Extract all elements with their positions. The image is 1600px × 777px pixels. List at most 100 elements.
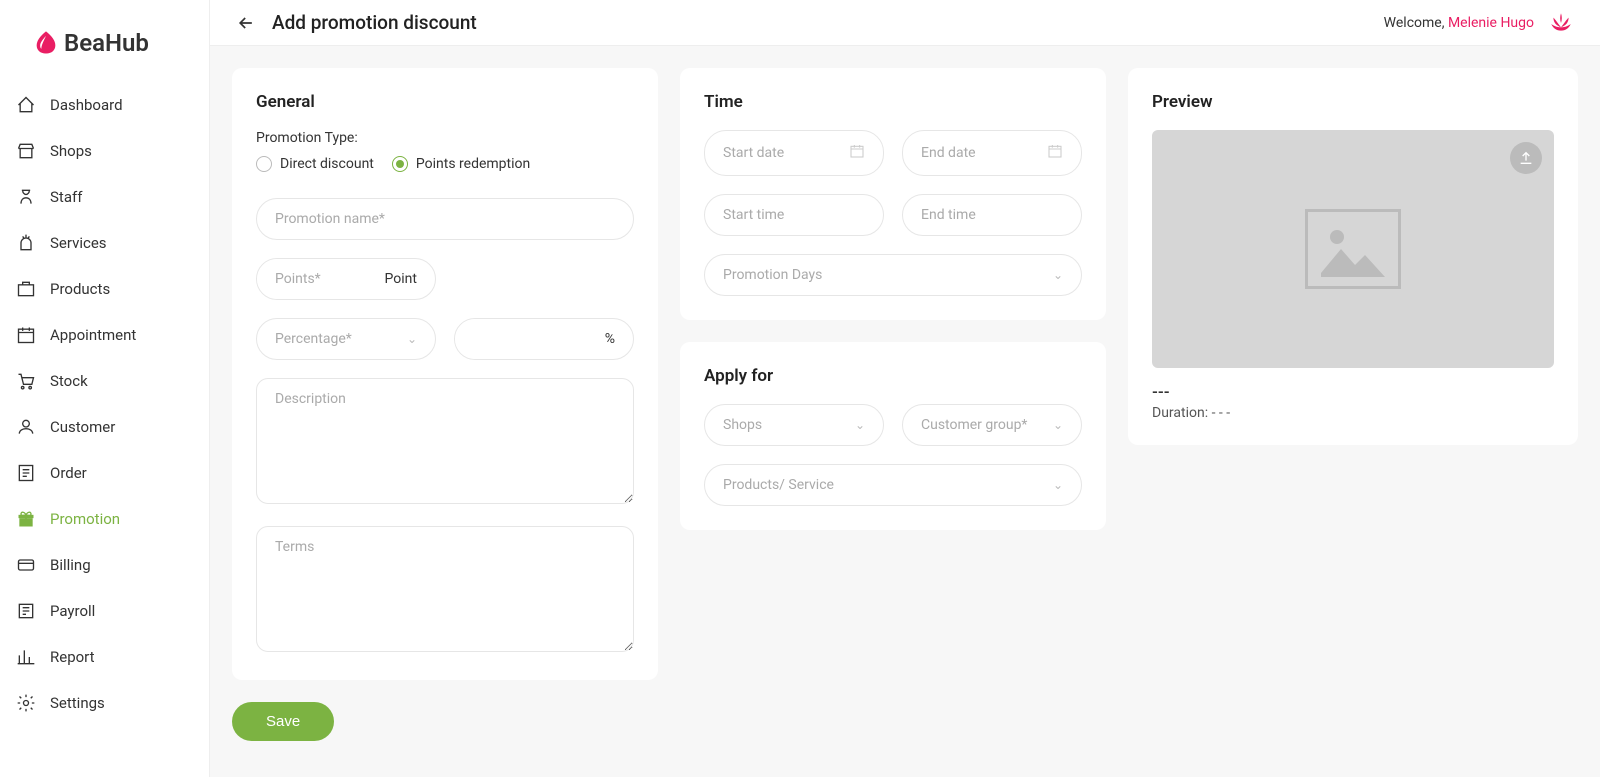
radio-dot-icon — [256, 156, 272, 172]
terms-textarea[interactable] — [256, 526, 634, 652]
billing-icon — [16, 555, 36, 575]
username[interactable]: Melenie Hugo — [1448, 15, 1534, 31]
preview-image — [1152, 130, 1554, 368]
shop-icon — [16, 141, 36, 161]
payroll-icon — [16, 601, 36, 621]
promo-type-label: Promotion Type: — [256, 130, 634, 146]
select-placeholder: Customer group* — [921, 417, 1027, 433]
upload-image-button[interactable] — [1510, 142, 1542, 174]
shops-select[interactable]: Shops ⌄ — [704, 404, 884, 446]
duration-value: - - - — [1212, 405, 1231, 421]
appointment-icon — [16, 325, 36, 345]
radio-label: Direct discount — [280, 156, 374, 172]
end-time-input[interactable] — [902, 194, 1082, 236]
stock-icon — [16, 371, 36, 391]
select-placeholder: Percentage* — [275, 331, 352, 347]
calendar-icon — [1047, 143, 1063, 163]
sidebar-item-shops[interactable]: Shops — [0, 128, 209, 174]
promotion-icon — [16, 509, 36, 529]
radio-dot-icon — [392, 156, 408, 172]
page-title: Add promotion discount — [272, 11, 477, 34]
preview-heading: Preview — [1152, 92, 1554, 112]
welcome-prefix: Welcome, — [1384, 15, 1448, 31]
customer-group-select[interactable]: Customer group* ⌄ — [902, 404, 1082, 446]
sidebar-item-customer[interactable]: Customer — [0, 404, 209, 450]
sidebar-item-products[interactable]: Products — [0, 266, 209, 312]
promotion-name-input[interactable] — [256, 198, 634, 240]
percentage-select[interactable]: Percentage* ⌄ — [256, 318, 436, 360]
nav-label: Staff — [50, 188, 82, 206]
nav-label: Appointment — [50, 326, 136, 344]
select-placeholder: Promotion Days — [723, 267, 822, 283]
nav-label: Promotion — [50, 510, 120, 528]
percent-value-group: % — [454, 318, 634, 360]
sidebar-item-services[interactable]: Services — [0, 220, 209, 266]
percent-value-input[interactable] — [455, 319, 605, 359]
avatar[interactable] — [1546, 8, 1576, 38]
back-button[interactable] — [234, 11, 258, 35]
save-button[interactable]: Save — [232, 702, 334, 741]
apply-for-card: Apply for Shops⌄ Customer group*⌄ Produc… — [680, 342, 1106, 530]
nav-label: Settings — [50, 694, 105, 712]
sidebar-item-promotion[interactable]: Promotion — [0, 496, 209, 542]
products-service-select[interactable]: Products/ Service ⌄ — [704, 464, 1082, 506]
nav-label: Shops — [50, 142, 92, 160]
chevron-down-icon: ⌄ — [1053, 268, 1063, 282]
select-placeholder: Products/ Service — [723, 477, 834, 493]
staff-icon — [16, 187, 36, 207]
description-textarea[interactable] — [256, 378, 634, 504]
duration-label: Duration: — [1152, 405, 1212, 421]
sidebar: BeaHub Dashboard Shops Staff Services Pr… — [0, 0, 210, 777]
sidebar-item-staff[interactable]: Staff — [0, 174, 209, 220]
sidebar-item-stock[interactable]: Stock — [0, 358, 209, 404]
topbar: Add promotion discount Welcome, Melenie … — [210, 0, 1600, 46]
logo-leaf-icon — [32, 28, 60, 58]
calendar-icon — [849, 143, 865, 163]
time-card: Time Start date End date Promotion Days … — [680, 68, 1106, 320]
nav-label: Billing — [50, 556, 91, 574]
radio-points-redemption[interactable]: Points redemption — [392, 156, 530, 172]
chevron-down-icon: ⌄ — [1053, 478, 1063, 492]
points-suffix: Point — [385, 271, 417, 287]
nav-label: Payroll — [50, 602, 95, 620]
upload-icon — [1518, 150, 1534, 166]
preview-card: Preview --- Duration: - - - — [1128, 68, 1578, 445]
promotion-days-select[interactable]: Promotion Days ⌄ — [704, 254, 1082, 296]
start-date-input[interactable]: Start date — [704, 130, 884, 176]
order-icon — [16, 463, 36, 483]
settings-icon — [16, 693, 36, 713]
nav-label: Report — [50, 648, 95, 666]
select-placeholder: Shops — [723, 417, 762, 433]
points-input-group: Point — [256, 258, 436, 300]
radio-label: Points redemption — [416, 156, 530, 172]
sidebar-item-report[interactable]: Report — [0, 634, 209, 680]
products-icon — [16, 279, 36, 299]
sidebar-item-billing[interactable]: Billing — [0, 542, 209, 588]
general-card: General Promotion Type: Direct discount … — [232, 68, 658, 680]
image-placeholder-icon — [1305, 209, 1401, 289]
percent-suffix: % — [605, 331, 615, 347]
nav-label: Customer — [50, 418, 115, 436]
sidebar-item-settings[interactable]: Settings — [0, 680, 209, 726]
end-date-input[interactable]: End date — [902, 130, 1082, 176]
radio-direct-discount[interactable]: Direct discount — [256, 156, 374, 172]
sidebar-item-payroll[interactable]: Payroll — [0, 588, 209, 634]
points-input[interactable] — [257, 259, 385, 299]
nav-label: Dashboard — [50, 96, 123, 114]
sidebar-item-dashboard[interactable]: Dashboard — [0, 82, 209, 128]
chevron-down-icon: ⌄ — [407, 332, 417, 346]
chevron-down-icon: ⌄ — [1053, 418, 1063, 432]
welcome-text: Welcome, Melenie Hugo — [1384, 15, 1534, 31]
arrow-left-icon — [236, 13, 256, 33]
sidebar-item-order[interactable]: Order — [0, 450, 209, 496]
customer-icon — [16, 417, 36, 437]
time-heading: Time — [704, 92, 1082, 112]
input-placeholder: Start date — [723, 145, 784, 161]
nav-label: Stock — [50, 372, 88, 390]
sidebar-item-appointment[interactable]: Appointment — [0, 312, 209, 358]
start-time-input[interactable] — [704, 194, 884, 236]
report-icon — [16, 647, 36, 667]
sidebar-nav: Dashboard Shops Staff Services Products … — [0, 82, 209, 777]
chevron-down-icon: ⌄ — [855, 418, 865, 432]
general-heading: General — [256, 92, 634, 112]
